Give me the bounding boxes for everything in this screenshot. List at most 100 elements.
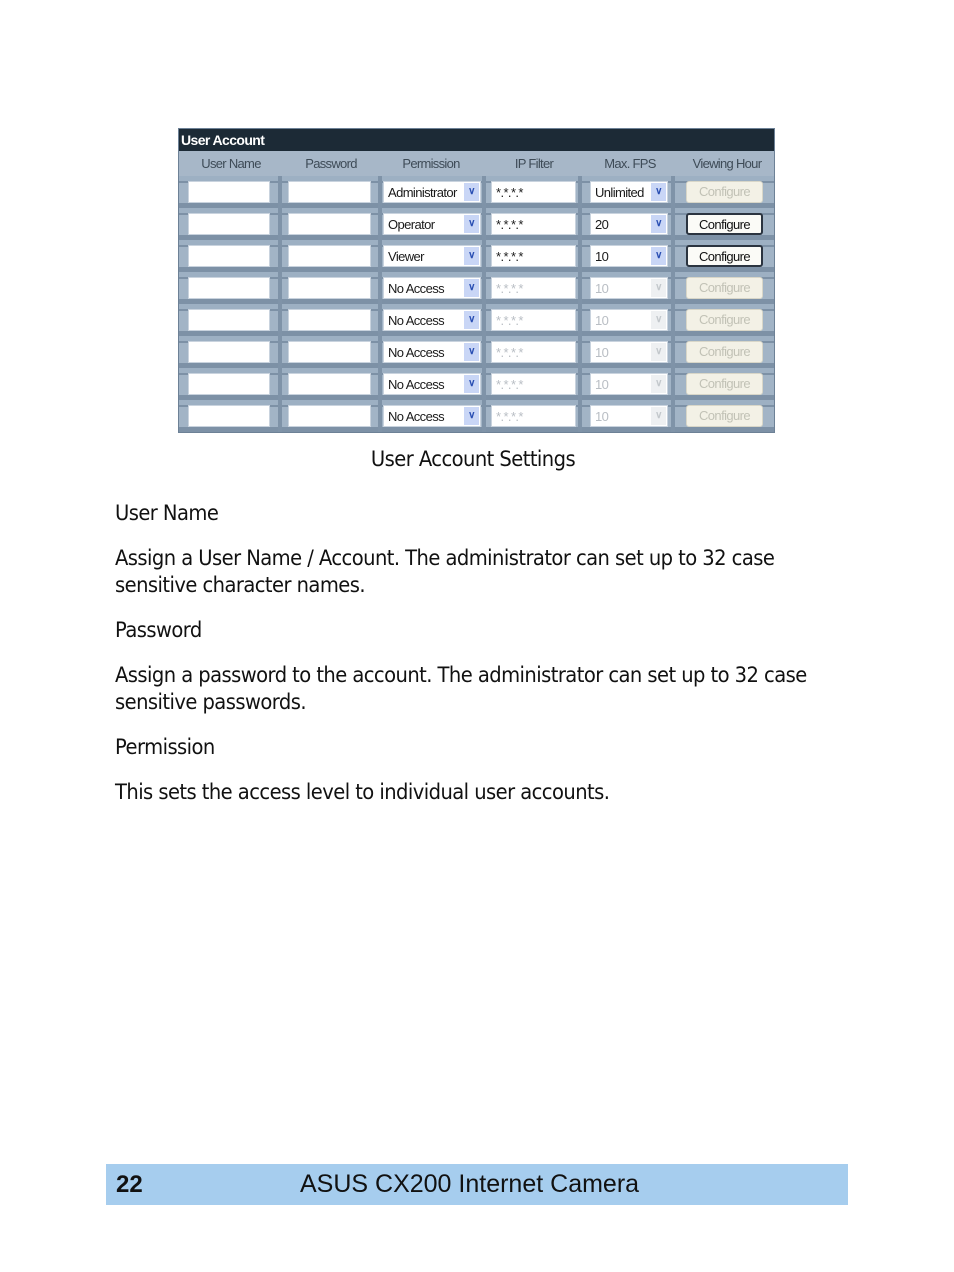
user-account-panel: User Account User Name Password Permissi… [178, 128, 775, 433]
chevron-down-icon[interactable]: ∨ [651, 215, 666, 233]
configure-viewing-hour-button[interactable]: Configure [686, 245, 763, 267]
max-fps-select[interactable]: 10 ∨ [590, 277, 668, 299]
max-fps-value: 20 [595, 217, 609, 232]
chevron-down-icon[interactable]: ∨ [651, 311, 666, 329]
password-input[interactable] [288, 245, 371, 267]
permission-select[interactable]: No Access ∨ [383, 309, 481, 331]
permission-value: No Access [388, 377, 445, 392]
chevron-down-icon[interactable]: ∨ [464, 279, 479, 297]
user-name-input[interactable] [188, 373, 270, 395]
max-fps-select[interactable]: 10 ∨ [590, 341, 668, 363]
configure-viewing-hour-button[interactable]: Configure [686, 181, 763, 203]
chevron-down-icon[interactable]: ∨ [651, 247, 666, 265]
account-row: No Access ∨ *.*.*.* 10 ∨ Configure [179, 336, 774, 368]
section-heading-password: Password [115, 618, 202, 642]
configure-viewing-hour-button[interactable]: Configure [686, 341, 763, 363]
permission-value: No Access [388, 281, 445, 296]
permission-select[interactable]: No Access ∨ [383, 341, 481, 363]
password-input[interactable] [288, 213, 371, 235]
permission-select[interactable]: No Access ∨ [383, 277, 481, 299]
ip-filter-input[interactable]: *.*.*.* [491, 309, 576, 331]
section-body-password: Assign a password to the account. The ad… [115, 663, 807, 714]
chevron-down-icon[interactable]: ∨ [464, 183, 479, 201]
ip-filter-input[interactable]: *.*.*.* [491, 181, 576, 203]
account-row: No Access ∨ *.*.*.* 10 ∨ Configure [179, 304, 774, 336]
section-body-user-name: Assign a User Name / Account. The admini… [115, 546, 775, 597]
ip-filter-input[interactable]: *.*.*.* [491, 245, 576, 267]
permission-value: No Access [388, 345, 445, 360]
column-header-ip-filter: IP Filter [514, 156, 554, 171]
user-name-input[interactable] [188, 245, 270, 267]
max-fps-value: 10 [595, 281, 609, 296]
user-name-input[interactable] [188, 181, 270, 203]
account-row: No Access ∨ *.*.*.* 10 ∨ Configure [179, 400, 774, 432]
column-header-permission: Permission [402, 156, 460, 171]
max-fps-value: 10 [595, 313, 609, 328]
column-header-row: User Name Password Permission IP Filter … [179, 151, 774, 176]
chevron-down-icon[interactable]: ∨ [464, 311, 479, 329]
footer-title: ASUS CX200 Internet Camera [300, 1170, 640, 1198]
account-row: Viewer ∨ *.*.*.* 10 ∨ Configure [179, 240, 774, 272]
permission-select[interactable]: Administrator ∨ [383, 181, 481, 203]
section-heading-permission: Permission [115, 735, 215, 759]
user-name-input[interactable] [188, 405, 270, 427]
configure-viewing-hour-button[interactable]: Configure [686, 213, 763, 235]
max-fps-value: 10 [595, 377, 609, 392]
chevron-down-icon[interactable]: ∨ [651, 343, 666, 361]
ip-filter-input[interactable]: *.*.*.* [491, 405, 576, 427]
chevron-down-icon[interactable]: ∨ [651, 375, 666, 393]
column-header-user-name: User Name [201, 156, 261, 171]
permission-select[interactable]: Operator ∨ [383, 213, 481, 235]
permission-value: No Access [388, 313, 445, 328]
account-row: Administrator ∨ *.*.*.* Unlimited ∨ Configure [179, 176, 774, 208]
max-fps-value: Unlimited [595, 185, 644, 200]
column-header-password: Password [305, 156, 357, 171]
column-header-max-fps: Max. FPS [604, 156, 656, 171]
chevron-down-icon[interactable]: ∨ [651, 183, 666, 201]
page-number: 22 [116, 1171, 143, 1198]
user-name-input[interactable] [188, 213, 270, 235]
max-fps-select[interactable]: 20 ∨ [590, 213, 668, 235]
permission-select[interactable]: Viewer ∨ [383, 245, 481, 267]
configure-viewing-hour-button[interactable]: Configure [686, 373, 763, 395]
password-input[interactable] [288, 373, 371, 395]
permission-select[interactable]: No Access ∨ [383, 405, 481, 427]
password-input[interactable] [288, 405, 371, 427]
panel-title: User Account [179, 129, 774, 151]
permission-value: No Access [388, 409, 445, 424]
ip-filter-input[interactable]: *.*.*.* [491, 277, 576, 299]
configure-viewing-hour-button[interactable]: Configure [686, 277, 763, 299]
max-fps-select[interactable]: 10 ∨ [590, 245, 668, 267]
figure-caption: User Account Settings [370, 447, 576, 471]
section-heading-user-name: User Name [115, 501, 219, 525]
configure-viewing-hour-button[interactable]: Configure [686, 309, 763, 331]
max-fps-select[interactable]: 10 ∨ [590, 373, 668, 395]
password-input[interactable] [288, 341, 371, 363]
ip-filter-input[interactable]: *.*.*.* [491, 373, 576, 395]
permission-select[interactable]: No Access ∨ [383, 373, 481, 395]
password-input[interactable] [288, 309, 371, 331]
ip-filter-input[interactable]: *.*.*.* [491, 341, 576, 363]
user-name-input[interactable] [188, 341, 270, 363]
password-input[interactable] [288, 181, 371, 203]
chevron-down-icon[interactable]: ∨ [464, 343, 479, 361]
max-fps-select[interactable]: 10 ∨ [590, 309, 668, 331]
configure-viewing-hour-button[interactable]: Configure [686, 405, 763, 427]
account-row: No Access ∨ *.*.*.* 10 ∨ Configure [179, 272, 774, 304]
user-name-input[interactable] [188, 309, 270, 331]
chevron-down-icon[interactable]: ∨ [464, 247, 479, 265]
chevron-down-icon[interactable]: ∨ [651, 407, 666, 425]
chevron-down-icon[interactable]: ∨ [464, 407, 479, 425]
max-fps-select[interactable]: Unlimited ∨ [590, 181, 668, 203]
ip-filter-input[interactable]: *.*.*.* [491, 213, 576, 235]
column-header-viewing-hour: Viewing Hour [692, 156, 762, 171]
chevron-down-icon[interactable]: ∨ [651, 279, 666, 297]
user-name-input[interactable] [188, 277, 270, 299]
chevron-down-icon[interactable]: ∨ [464, 375, 479, 393]
section-body-permission: This sets the access level to individual… [115, 780, 610, 804]
account-row: Operator ∨ *.*.*.* 20 ∨ Configure [179, 208, 774, 240]
permission-value: Administrator [388, 185, 457, 200]
chevron-down-icon[interactable]: ∨ [464, 215, 479, 233]
max-fps-select[interactable]: 10 ∨ [590, 405, 668, 427]
password-input[interactable] [288, 277, 371, 299]
